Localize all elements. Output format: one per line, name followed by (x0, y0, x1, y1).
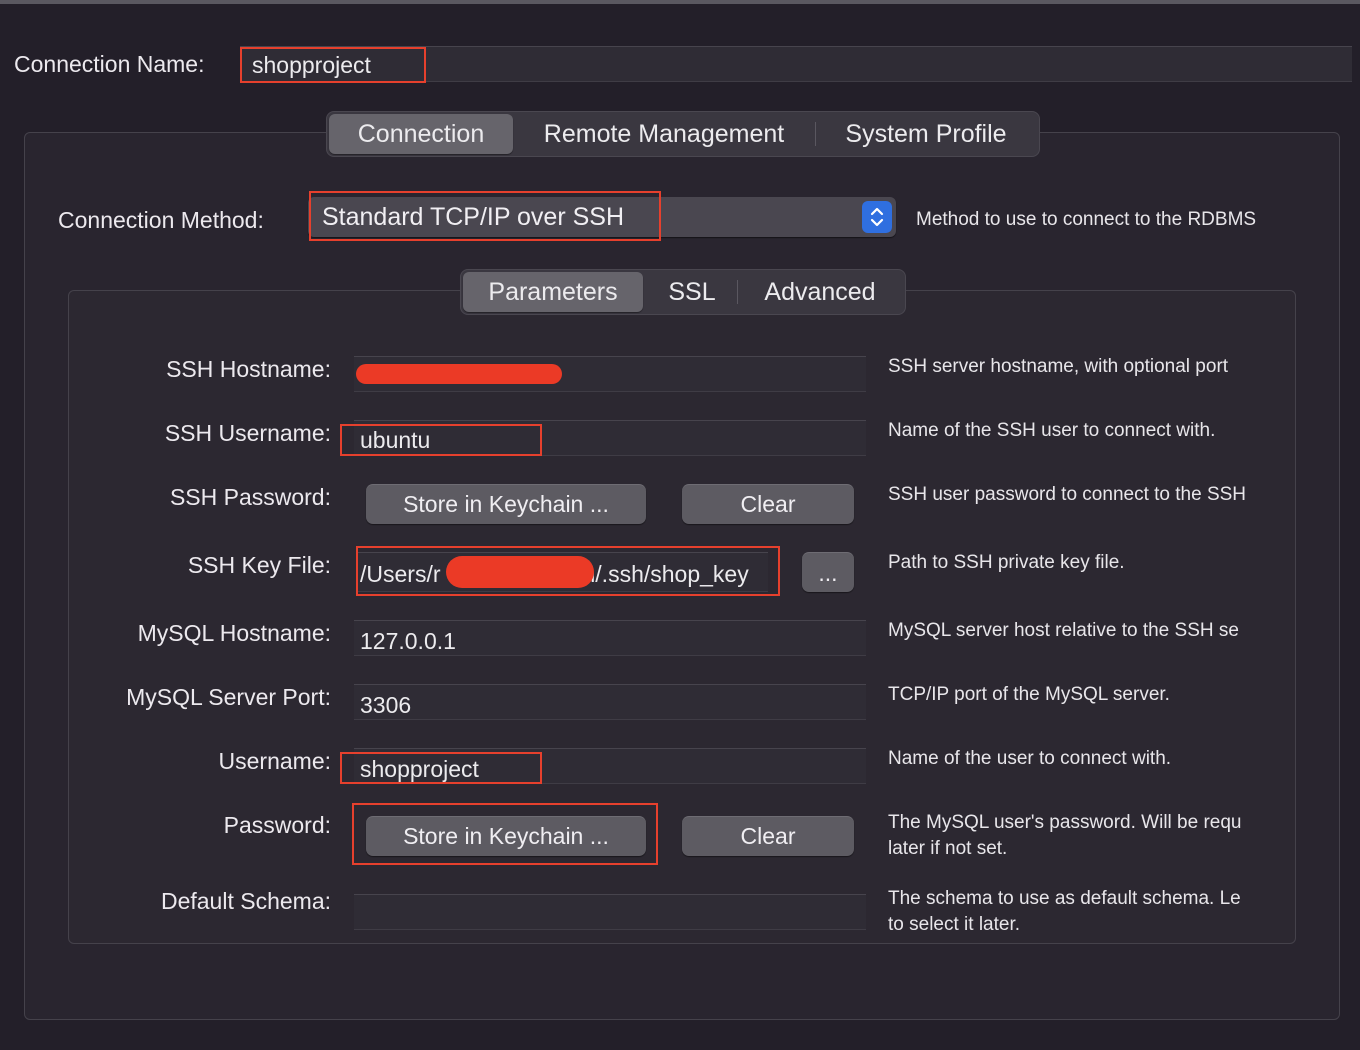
mysql-hostname-label: MySQL Hostname: (137, 620, 331, 646)
ssh-key-file-suffix: n/.ssh/shop_key (582, 561, 749, 587)
connection-name-input[interactable]: shopproject (240, 46, 1352, 82)
ssh-username-input[interactable]: ubuntu (354, 420, 866, 456)
redacted-hostname (356, 364, 562, 384)
tab-remote-management[interactable]: Remote Management (519, 114, 809, 154)
default-schema-description-line2: to select it later. (888, 914, 1021, 935)
ssh-password-description: SSH user password to connect to the SSH (888, 484, 1247, 505)
connection-method-value: Standard TCP/IP over SSH (322, 203, 625, 231)
ssh-username-description: Name of the SSH user to connect with. (888, 420, 1216, 441)
connection-method-description: Method to use to connect to the RDBMS (916, 209, 1257, 230)
tab-system-profile[interactable]: System Profile (821, 114, 1031, 154)
store-in-keychain-button[interactable]: Store in Keychain ... (366, 816, 646, 856)
ssh-key-file-prefix: /Users/r (360, 561, 441, 587)
mysql-hostname-description: MySQL server host relative to the SSH se (888, 620, 1239, 641)
tab-advanced[interactable]: Advanced (745, 272, 895, 312)
username-description: Name of the user to connect with. (888, 748, 1172, 769)
mysql-hostname-input[interactable]: 127.0.0.1 (354, 620, 866, 656)
password-label: Password: (223, 812, 331, 838)
mysql-port-description: TCP/IP port of the MySQL server. (888, 684, 1170, 705)
password-description-line2: later if not set. (888, 838, 1008, 859)
ssh-store-in-keychain-button[interactable]: Store in Keychain ... (366, 484, 646, 524)
connection-name-label: Connection Name: (14, 51, 205, 77)
tab-parameters[interactable]: Parameters (463, 272, 643, 312)
username-input[interactable]: shopproject (354, 748, 866, 784)
main-tabs: Connection Remote Management System Prof… (326, 111, 1040, 157)
sub-tabs: Parameters SSL Advanced (460, 269, 906, 315)
ssh-key-file-label: SSH Key File: (187, 552, 331, 578)
chevron-up-down-icon (862, 201, 892, 233)
connection-method-select[interactable]: Standard TCP/IP over SSH (308, 197, 896, 237)
default-schema-description-line1: The schema to use as default schema. Le (888, 888, 1241, 909)
ssh-username-label: SSH Username: (164, 420, 331, 446)
password-description-line1: The MySQL user's password. Will be requ (888, 812, 1242, 833)
default-schema-label: Default Schema: (160, 888, 331, 914)
tab-ssl[interactable]: SSL (649, 272, 735, 312)
ssh-password-label: SSH Password: (169, 484, 331, 510)
tab-connection[interactable]: Connection (329, 114, 513, 154)
mysql-port-label: MySQL Server Port: (126, 684, 331, 710)
mysql-port-input[interactable]: 3306 (354, 684, 866, 720)
tab-separator (815, 122, 816, 146)
ssh-key-file-browse-button[interactable]: ... (802, 552, 854, 592)
ssh-key-file-description: Path to SSH private key file. (888, 552, 1125, 573)
default-schema-input[interactable] (354, 894, 866, 930)
connection-method-label: Connection Method: (58, 207, 264, 233)
ssh-clear-button[interactable]: Clear (682, 484, 854, 524)
window-top-border (0, 0, 1360, 4)
tab-separator (737, 280, 738, 304)
redacted-username-in-path (446, 556, 594, 588)
ssh-hostname-description: SSH server hostname, with optional port (888, 356, 1229, 377)
username-label: Username: (218, 748, 331, 774)
ssh-hostname-label: SSH Hostname: (166, 356, 331, 382)
clear-button[interactable]: Clear (682, 816, 854, 856)
